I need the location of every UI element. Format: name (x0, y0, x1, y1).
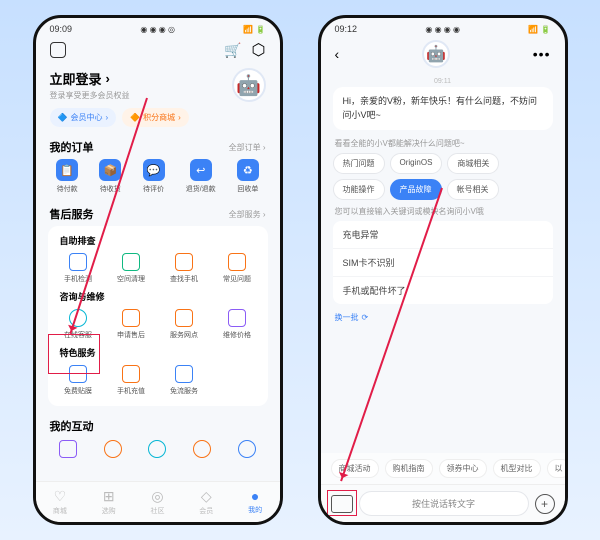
tab-member[interactable]: ◇会员 (199, 488, 213, 516)
repair-price[interactable]: 维修价格 (211, 309, 264, 340)
faq-charging[interactable]: 充电异常 (333, 221, 553, 249)
status-bar: 09:09 ◉ ◉ ◉ ◎ 📶 🔋 (36, 18, 280, 36)
login-text: 立即登录 › 登录享受更多会员权益 (50, 69, 130, 101)
tab-mall[interactable]: ♡商城 (53, 488, 67, 516)
tab-mine[interactable]: ●我的 (248, 488, 262, 516)
tab-shop[interactable]: ⊞选购 (102, 488, 116, 516)
chat-body: 09:11 Hi，亲爱的V粉，新年快乐！有什么问题，不妨问问小V吧~ 看看全能的… (321, 72, 565, 453)
interact-1[interactable] (59, 440, 77, 458)
my-interact-title: 我的互动 (36, 412, 280, 436)
points-mall-pill[interactable]: 🔶 积分商城 › (122, 108, 189, 127)
interact-3[interactable] (148, 440, 166, 458)
phone-left: 09:09 ◉ ◉ ◉ ◎ 📶 🔋 🛒 ⬡ 立即登录 › 登录享受更多会员权益 … (33, 15, 283, 525)
faq-sim[interactable]: SIM卡不识别 (333, 249, 553, 277)
promo-pills: 🔷 会员中心 › 🔶 积分商城 › (36, 108, 280, 133)
hexagon-icon[interactable]: ⬡ (252, 40, 266, 60)
refresh-button[interactable]: 换一批 ⟳ (333, 310, 553, 325)
interact-icons (36, 436, 280, 458)
ql-more[interactable]: 以 (547, 459, 565, 478)
interact-5[interactable] (238, 440, 256, 458)
all-orders-link[interactable]: 全部订单 › (229, 142, 266, 153)
apply-aftersale[interactable]: 申请售后 (105, 309, 158, 340)
status-icons: ◉ ◉ ◉ ◉ (425, 25, 460, 34)
order-pending-pay[interactable]: 📋待付款 (56, 159, 78, 194)
interact-2[interactable] (104, 440, 122, 458)
status-icons: ◉ ◉ ◉ ◎ (140, 25, 175, 34)
chevron-right-icon: › (106, 71, 110, 86)
ql-coupon[interactable]: 领券中心 (439, 459, 487, 478)
faq-broken[interactable]: 手机或配件坏了 (333, 277, 553, 304)
chip-account[interactable]: 帐号相关 (447, 179, 499, 200)
member-center-pill[interactable]: 🔷 会员中心 › (50, 108, 117, 127)
faq-list: 充电异常 SIM卡不识别 手机或配件坏了 (333, 221, 553, 304)
settings-icon[interactable] (50, 42, 66, 58)
hint-text-2: 您可以直接输入关键词或模块名询问小V哦 (335, 206, 551, 217)
order-icons: 📋待付款 📦待收货 💬待评价 ↩退货/退款 ♻回收单 (36, 159, 280, 200)
online-service[interactable]: 在线客服 (52, 309, 105, 340)
back-icon[interactable]: ‹ (335, 46, 340, 62)
chat-input-row: 按住说话转文字 + (321, 484, 565, 522)
free-film[interactable]: 免费贴膜 (52, 365, 105, 396)
chip-hot[interactable]: 热门问题 (333, 153, 385, 174)
voice-input[interactable]: 按住说话转文字 (359, 491, 529, 516)
category-chips: 热门问题 OriginOS 商城相关 功能操作 产品故障 帐号相关 (333, 153, 553, 200)
right-icons: 🛒 ⬡ (224, 40, 265, 60)
chip-function[interactable]: 功能操作 (333, 179, 385, 200)
chip-fault[interactable]: 产品故障 (390, 179, 442, 200)
login-row[interactable]: 立即登录 › 登录享受更多会员权益 (36, 64, 280, 108)
clock: 09:12 (335, 24, 358, 34)
chat-time: 09:11 (333, 78, 553, 85)
find-phone[interactable]: 查找手机 (158, 253, 211, 284)
space-clean[interactable]: 空间清理 (105, 253, 158, 284)
order-return[interactable]: ↩退货/退款 (186, 159, 216, 194)
orders-head: 我的订单 全部订单 › (36, 133, 280, 159)
service-card: 自助排查 手机检测 空间清理 查找手机 常见问题 咨询与维修 在线客服 申请售后… (48, 226, 268, 406)
tab-community[interactable]: ◎社区 (150, 488, 164, 516)
service-head: 售后服务 全部服务 › (36, 200, 280, 226)
top-bar: 🛒 ⬡ (36, 36, 280, 64)
order-pending-review[interactable]: 💬待评价 (143, 159, 165, 194)
bot-avatar[interactable] (422, 40, 450, 68)
chat-header: ‹ ••• (321, 36, 565, 72)
status-bar: 09:12 ◉ ◉ ◉ ◉ 📶 🔋 (321, 18, 565, 36)
interact-4[interactable] (193, 440, 211, 458)
faq[interactable]: 常见问题 (211, 253, 264, 284)
service-location[interactable]: 服务网点 (158, 309, 211, 340)
clock: 09:09 (50, 24, 73, 34)
bottom-tabs: ♡商城 ⊞选购 ◎社区 ◇会员 ●我的 (36, 481, 280, 522)
phone-recharge[interactable]: 手机充值 (105, 365, 158, 396)
phone-check[interactable]: 手机检测 (52, 253, 105, 284)
cart-icon[interactable]: 🛒 (224, 42, 241, 59)
chip-originos[interactable]: OriginOS (390, 153, 443, 174)
avatar[interactable] (232, 68, 266, 102)
signal-icons: 📶 🔋 (528, 25, 550, 34)
ql-guide[interactable]: 购机指南 (385, 459, 433, 478)
plus-icon[interactable]: + (535, 494, 555, 514)
phone-right: 09:12 ◉ ◉ ◉ ◉ 📶 🔋 ‹ ••• 09:11 Hi，亲爱的V粉，新… (318, 15, 568, 525)
greeting-bubble: Hi，亲爱的V粉，新年快乐！有什么问题，不妨问问小V吧~ (333, 87, 553, 130)
signal-icons: 📶 🔋 (243, 25, 265, 34)
keyboard-icon[interactable] (331, 495, 353, 513)
ql-compare[interactable]: 机型对比 (493, 459, 541, 478)
hint-text: 看看全能的小V都能解决什么问题吧~ (335, 138, 551, 149)
chip-mall[interactable]: 商城相关 (447, 153, 499, 174)
more-icon[interactable]: ••• (533, 46, 551, 62)
refresh-icon: ⟳ (362, 313, 369, 322)
free-data[interactable]: 免流服务 (158, 365, 211, 396)
order-recycle[interactable]: ♻回收单 (237, 159, 259, 194)
quick-links: 商城活动 购机指南 领券中心 机型对比 以 (321, 453, 565, 484)
all-service-link[interactable]: 全部服务 › (229, 209, 266, 220)
